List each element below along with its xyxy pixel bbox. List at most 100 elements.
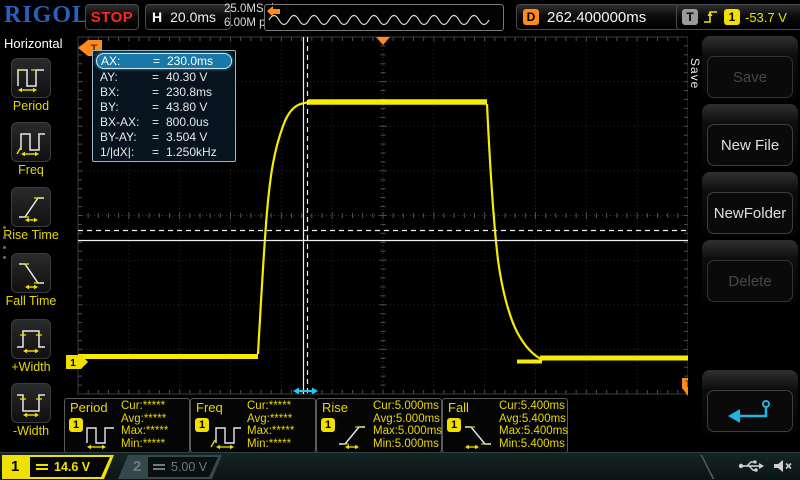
rigol-logo: RIGOL (4, 2, 89, 29)
scope-display: T 1 T AX: = 230.0ms AY: = 40.30 V (62, 32, 694, 398)
readout-value: 230.8ms (166, 85, 212, 99)
menu-item-pos-width[interactable]: +Width (0, 319, 62, 374)
equals-sign: = (152, 100, 166, 114)
trigger-box[interactable]: T 1 -53.7 V (676, 4, 800, 30)
measure-panel-period: Period 1 Cur:***** Avg:***** Max:***** M… (64, 398, 190, 453)
readout-value: 1.250kHz (166, 145, 217, 159)
dc-coupling-icon (36, 464, 48, 470)
measure-name: Period (70, 400, 108, 415)
run-stop-status[interactable]: STOP (85, 4, 139, 30)
readout-value: 230.0ms (167, 54, 213, 68)
readout-row-bx: BX: = 230.8ms (96, 84, 232, 99)
menu-item-neg-width[interactable]: -Width (0, 383, 62, 438)
horizontal-label: H (152, 9, 162, 25)
period-icon (83, 421, 119, 449)
channel-status-bar: 1 14.6 V 2 5.00 V (0, 452, 800, 480)
stat-label: Max: (499, 425, 524, 437)
measure-name: Freq (196, 400, 223, 415)
menu-label: Period (0, 99, 62, 113)
equals-sign: = (152, 145, 166, 159)
measure-panel-fall: Fall 1 Cur:5.400ms Avg:5.400ms Max:5.400… (442, 398, 568, 453)
stat-label: Min: (247, 438, 269, 450)
equals-sign: = (153, 54, 167, 68)
measure-panel-rise: Rise 1 Cur:5.000ms Avg:5.000ms Max:5.000… (316, 398, 442, 453)
delay-value: 262.400000ms (547, 9, 646, 26)
right-softkey-menu: Save Save New File NewFolder Delete (688, 32, 800, 452)
stat-value: ***** (144, 413, 166, 425)
horizontal-timebase-box[interactable]: H 20.0ms (145, 4, 231, 30)
plus-width-icon (15, 322, 47, 356)
menu-item-rise-time[interactable]: Rise Time (0, 187, 62, 242)
readout-label: AX: (101, 54, 153, 68)
equals-sign: = (152, 115, 166, 129)
menu-tab-save: Save (688, 58, 702, 89)
measure-name: Rise (322, 400, 348, 415)
softkey-delete[interactable]: Delete (702, 240, 798, 304)
stat-label: Cur: (121, 400, 143, 412)
channel-badge: 1 (195, 418, 209, 432)
channel-scale: 14.6 V (54, 460, 90, 474)
horizontal-center-marker-icon[interactable] (376, 37, 390, 45)
readout-label: 1/|dX|: (100, 145, 152, 159)
softkey-new-folder[interactable]: NewFolder (702, 172, 798, 236)
fall-time-icon (461, 421, 497, 449)
softkey-new-file[interactable]: New File (702, 104, 798, 168)
channel-1-status[interactable]: 1 14.6 V (2, 455, 114, 479)
menu-item-freq[interactable]: Freq (0, 122, 62, 177)
preview-trigger-marker-icon (267, 6, 281, 17)
cursor-drag-handle-icon[interactable] (293, 388, 318, 395)
stat-value: ***** (269, 400, 291, 412)
measurement-bar: Period 1 Cur:***** Avg:***** Max:***** M… (62, 396, 694, 452)
readout-label: BX: (100, 85, 152, 99)
readout-label: BY-AY: (100, 130, 152, 144)
delay-badge: D (523, 9, 539, 25)
svg-text:1: 1 (70, 358, 76, 369)
stat-value: ***** (143, 400, 165, 412)
stat-value: 5.400ms (522, 413, 566, 425)
stat-label: Min: (499, 438, 521, 450)
stat-value: 5.000ms (395, 438, 439, 450)
readout-row-bx-ax: BX-AX: = 800.0us (96, 114, 232, 129)
readout-row-by: BY: = 43.80 V (96, 99, 232, 114)
softkey-save[interactable]: Save (702, 36, 798, 100)
trigger-label: T (682, 9, 698, 25)
menu-label: Fall Time (0, 294, 62, 308)
stat-label: Max: (373, 425, 398, 437)
freq-icon (209, 421, 245, 449)
stat-label: Cur: (247, 400, 269, 412)
speaker-muted-icon (772, 458, 794, 474)
rise-time-icon (335, 421, 371, 449)
softkey-label: NewFolder (707, 192, 793, 234)
readout-row-ax: AX: = 230.0ms (96, 53, 232, 69)
stat-value: 5.000ms (395, 400, 439, 412)
fall-time-icon (15, 256, 47, 290)
readout-row-inv-dx: 1/|dX|: = 1.250kHz (96, 144, 232, 159)
stat-label: Min: (373, 438, 395, 450)
freq-icon (15, 125, 47, 159)
menu-label: Rise Time (0, 228, 62, 242)
menu-item-period[interactable]: Period (0, 58, 62, 113)
channel-scale: 5.00 V (171, 460, 207, 474)
measure-panel-freq: Freq 1 Cur:***** Avg:***** Max:***** Min… (190, 398, 316, 453)
softkey-return[interactable] (702, 370, 798, 434)
delay-box[interactable]: D 262.400000ms (516, 4, 680, 30)
softkey-label: Delete (707, 260, 793, 302)
stat-label: Avg: (499, 413, 522, 425)
channel-badge: 1 (321, 418, 335, 432)
readout-value: 43.80 V (166, 100, 207, 114)
stat-label: Min: (121, 438, 143, 450)
stat-value: 5.000ms (396, 413, 440, 425)
return-arrow-icon (722, 397, 778, 425)
run-state-label: STOP (91, 9, 134, 26)
trigger-source-badge: 1 (724, 9, 740, 25)
stat-label: Avg: (121, 413, 144, 425)
readout-row-ay: AY: = 40.30 V (96, 69, 232, 84)
top-status-bar: RIGOL STOP H 20.0ms 25.0MSa/s 6.00M pts … (0, 0, 800, 32)
channel-2-status[interactable]: 2 5.00 V (118, 455, 222, 479)
stat-label: Avg: (373, 413, 396, 425)
waveform-position-preview[interactable] (264, 4, 504, 31)
trigger-level-value: -53.7 V (745, 10, 787, 25)
stat-value: ***** (270, 413, 292, 425)
menu-item-fall-time[interactable]: Fall Time (0, 253, 62, 308)
stat-value: 5.000ms (398, 425, 442, 437)
